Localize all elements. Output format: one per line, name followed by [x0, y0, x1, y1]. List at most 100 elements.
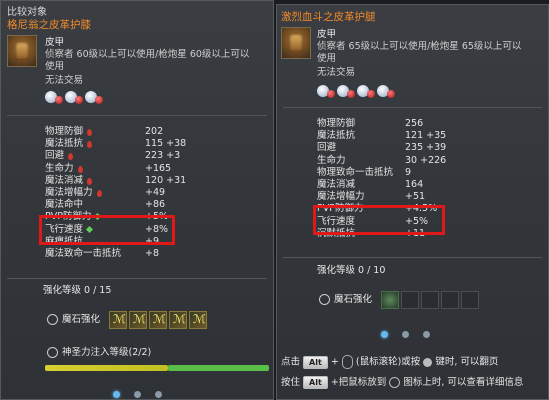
item-name: 格尼翁之皮革护膝 — [7, 19, 91, 31]
alt-key: Alt — [303, 355, 328, 369]
page-dot-active[interactable] — [113, 391, 120, 398]
stat-value: 115 +38 — [145, 138, 187, 150]
stat-row: 生命力 +165 — [45, 163, 225, 175]
help-line-2: 按住 Alt +把鼠标放到 图标上时, 可以查看详细信息 — [281, 376, 523, 389]
stat-value: 120 +31 — [145, 174, 187, 186]
manastone-slot[interactable] — [189, 311, 207, 329]
stat-row: 魔法命中 +86 — [45, 199, 225, 211]
stat-value: 256 — [405, 118, 424, 129]
item-icon — [7, 35, 37, 67]
page-dot[interactable] — [134, 391, 141, 398]
stat-row: 魔法抵抗 121 +35 — [317, 130, 485, 142]
enhance-level: 强化等级 0 / 10 — [317, 265, 386, 276]
stat-row: 物理防御 256 — [317, 118, 485, 130]
divine-text: 神圣力注入等级(2/2) — [62, 347, 152, 358]
stat-label: 回避 — [317, 142, 337, 154]
trade-status: 无法交易 — [45, 75, 84, 86]
stat-row: 魔法抵抗 115 +38 — [45, 138, 225, 150]
stat-row: 回避 223 +3 — [45, 150, 225, 162]
manastone-slot[interactable] — [381, 291, 399, 309]
no-icon — [55, 96, 63, 104]
help1-post: (鼠标滚轮)或按 — [355, 356, 421, 368]
stat-label: 魔法消减 — [45, 174, 84, 186]
highlight-box — [313, 205, 445, 235]
divine-icon — [47, 347, 58, 358]
page-dot[interactable] — [423, 331, 430, 338]
stat-row: 魔法消减 120 +31 — [45, 175, 225, 187]
requirement-line1: 侦察者 60级以上可以使用/枪炮星 60级以上可以 — [45, 49, 250, 60]
divider — [283, 257, 542, 258]
stat-row: 回避 235 +39 — [317, 142, 485, 154]
stat-value: 9 — [405, 166, 412, 178]
requirement-line1: 侦察者 65级以上可以使用/枪炮星 65级以上可以 — [317, 41, 522, 52]
no-icon — [387, 90, 395, 98]
key-icon — [423, 357, 433, 367]
stat-label: 生命力 — [317, 154, 346, 166]
stat-label: 魔法致命一击抵抗 — [45, 248, 122, 259]
manastone-text: 魔石强化 — [62, 314, 101, 325]
stat-row: 物理致命一击抵抗 9 — [317, 167, 485, 179]
item-type: 皮甲 — [45, 37, 65, 48]
stat-value: 202 — [145, 126, 164, 137]
divider — [7, 115, 267, 116]
stat-value: 235 +39 — [405, 142, 447, 154]
trade-restriction-icons — [317, 85, 407, 99]
down-arrow-icon — [97, 190, 102, 197]
manastone-icon — [47, 314, 58, 325]
stat-label: 魔法命中 — [45, 199, 84, 211]
trade-status: 无法交易 — [317, 67, 356, 78]
manastone-slot-empty[interactable] — [441, 291, 459, 309]
stat-row: 魔法致命一击抵抗 +8 — [45, 248, 225, 260]
help1-mid: + — [330, 356, 339, 368]
divine-power-bar-fill — [45, 365, 168, 371]
manastone-text: 魔石强化 — [334, 294, 373, 305]
help2-end: 图标上时, 可以查看详细信息 — [403, 377, 524, 388]
right-tooltip-panel: 激烈血斗之皮革护腿 皮甲 侦察者 65级以上可以使用/枪炮星 65级以上可以 使… — [276, 4, 549, 400]
no-icon — [75, 96, 83, 104]
manastone-icon — [319, 294, 330, 305]
left-tooltip-panel: 比较对象 格尼翁之皮革护膝 皮甲 侦察者 60级以上可以使用/枪炮星 60级以上… — [0, 0, 274, 400]
stat-label: 回避 — [45, 150, 65, 162]
stat-row: 魔法消减 164 — [317, 179, 485, 191]
manastone-slot[interactable] — [109, 311, 127, 329]
stat-label: 魔法抵抗 — [317, 130, 356, 142]
stat-label: 魔法抵抗 — [45, 138, 84, 150]
manastone-slot-empty[interactable] — [421, 291, 439, 309]
manastone-slot-empty[interactable] — [461, 291, 479, 309]
down-arrow-icon — [87, 141, 92, 149]
manastone-slot[interactable] — [129, 311, 147, 329]
down-arrow-icon — [68, 153, 73, 161]
divider — [7, 278, 267, 279]
divine-power-bar-extra — [168, 365, 269, 371]
alt-key: Alt — [303, 376, 328, 389]
page-dot[interactable] — [402, 331, 409, 338]
manastone-slot[interactable] — [169, 311, 187, 329]
item-type: 皮甲 — [317, 29, 337, 40]
manastone-slot-empty[interactable] — [401, 291, 419, 309]
stat-label: 生命力 — [45, 162, 74, 174]
stat-value: 164 — [405, 179, 424, 190]
stat-label: 魔法消减 — [317, 179, 356, 190]
help2-pre: 按住 — [281, 377, 301, 388]
down-arrow-icon — [87, 129, 92, 136]
manastone-slot[interactable] — [149, 311, 167, 329]
no-icon — [347, 90, 355, 98]
stat-value: +51 — [405, 191, 426, 203]
page-dot-active[interactable] — [381, 331, 388, 338]
stat-label: 魔法增幅力 — [45, 187, 93, 198]
mouse-wheel-icon — [341, 355, 353, 369]
help-line-1: 点击 Alt + (鼠标滚轮)或按 键时, 可以翻页 — [281, 355, 498, 369]
item-name: 激烈血斗之皮革护腿 — [281, 11, 376, 23]
page-dot[interactable] — [155, 391, 162, 398]
divider — [283, 107, 542, 108]
trade-restriction-icons — [45, 91, 125, 105]
help2-post: +把鼠标放到 — [330, 377, 387, 388]
stat-value: +86 — [145, 199, 166, 211]
item-icon — [281, 27, 311, 59]
info-icon — [389, 377, 401, 388]
stat-row: 魔法增幅力 +51 — [317, 191, 485, 203]
stat-value: +8 — [145, 248, 160, 259]
compare-header: 比较对象 — [7, 7, 47, 18]
stat-label: 物理致命一击抵抗 — [317, 166, 394, 178]
highlight-box — [39, 215, 175, 245]
